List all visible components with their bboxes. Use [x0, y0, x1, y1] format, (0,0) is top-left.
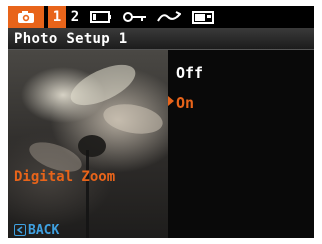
option-on[interactable]: On [176, 94, 194, 112]
wave-icon [157, 11, 181, 22]
battery-icon [90, 11, 111, 23]
key-icon [123, 12, 146, 22]
camera-screen: 1 2 Photo Setup 1 Off On Digital Zoom BA… [8, 6, 314, 238]
camera-body-icon [192, 11, 214, 24]
background-photo [8, 50, 168, 238]
tab-page-2[interactable]: 2 [66, 6, 84, 28]
tab-key[interactable] [118, 6, 152, 28]
title-bar: Photo Setup 1 [8, 28, 314, 50]
selection-arrow-icon [168, 96, 174, 106]
camera-icon [18, 11, 34, 23]
back-label: BACK [28, 222, 60, 238]
tab-battery[interactable] [84, 6, 118, 28]
tab-camera-body[interactable] [186, 6, 220, 28]
options-panel: Off On [168, 50, 314, 238]
tab-page-1[interactable]: 1 [48, 6, 66, 28]
option-off[interactable]: Off [176, 64, 203, 82]
back-button[interactable]: BACK [14, 222, 60, 238]
setting-label: Digital Zoom [14, 169, 116, 185]
tab-bar: 1 2 [8, 6, 314, 28]
page-title: Photo Setup 1 [14, 31, 128, 47]
back-arrow-icon [14, 224, 26, 236]
tab-camera[interactable] [8, 6, 44, 28]
tab-wave[interactable] [152, 6, 186, 28]
